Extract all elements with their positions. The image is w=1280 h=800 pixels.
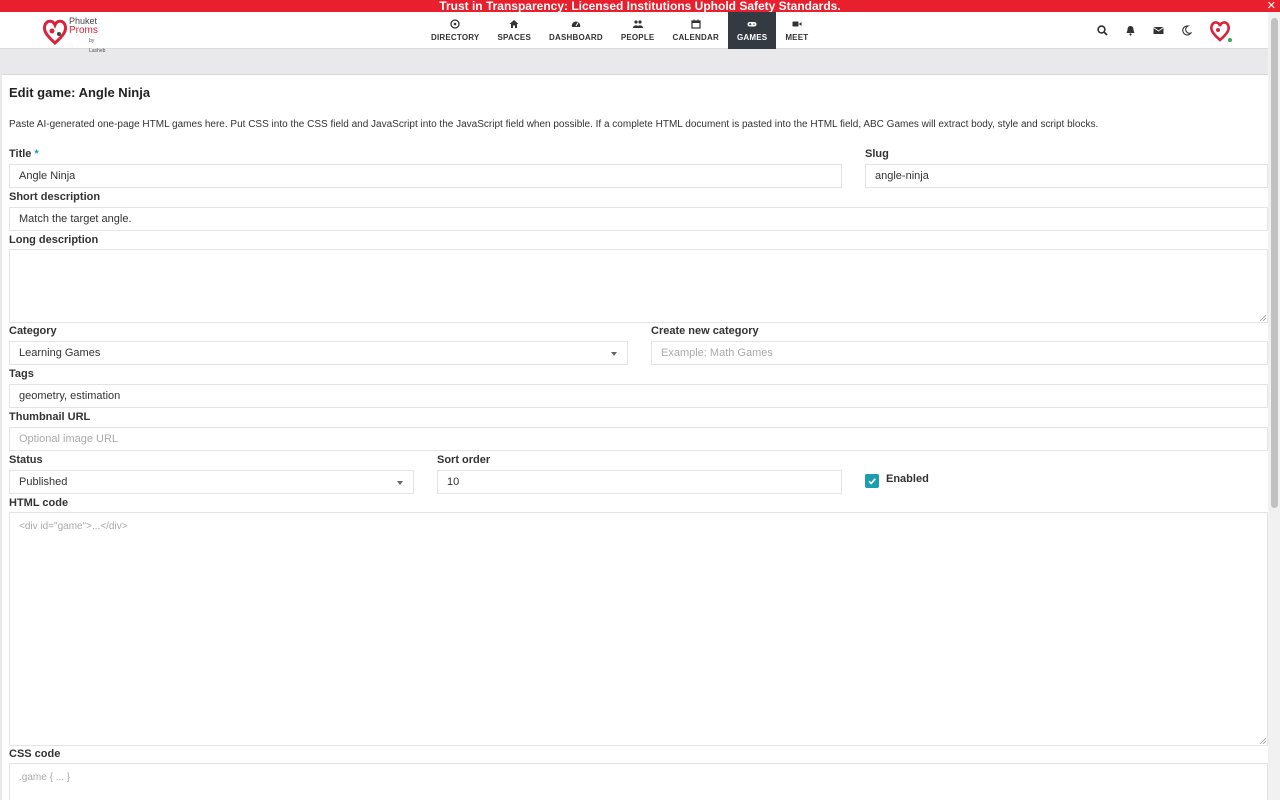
heart-logo-icon <box>42 19 68 46</box>
nav-dashboard[interactable]: DASHBOARD <box>540 12 612 49</box>
long-description-textarea[interactable] <box>9 249 1268 323</box>
notifications-button[interactable] <box>1122 23 1138 39</box>
html-code-label: HTML code <box>9 497 69 509</box>
online-status-dot <box>1227 36 1233 43</box>
gamepad-icon <box>747 22 757 27</box>
nav-dashboard-label: DASHBOARD <box>549 33 603 42</box>
enabled-label: Enabled <box>886 473 929 485</box>
search-button[interactable] <box>1094 23 1110 39</box>
brand-logo[interactable]: Phuket Proms by Lasheb <box>42 15 112 54</box>
nav-meet[interactable]: MEET <box>776 12 817 49</box>
html-code-placeholder: <div id="game">...</div> <box>19 521 128 532</box>
short-description-label: Short description <box>9 191 101 203</box>
page-scrollbar[interactable] <box>1268 12 1280 800</box>
envelope-icon <box>1152 27 1164 34</box>
long-description-label: Long description <box>9 234 99 246</box>
new-category-input[interactable]: Example: Math Games <box>651 341 1268 365</box>
nav-games[interactable]: GAMES <box>727 12 777 49</box>
header-actions <box>1094 12 1233 49</box>
announcement-banner: Trust in Transparency: Licensed Institut… <box>0 0 1280 12</box>
bell-icon <box>1126 26 1134 36</box>
status-value: Published <box>19 476 68 488</box>
html-code-textarea[interactable]: <div id="game">...</div> <box>9 512 1268 746</box>
user-avatar[interactable] <box>1208 19 1233 43</box>
resize-handle-icon[interactable] <box>1259 737 1266 744</box>
slug-input[interactable]: angle-ninja <box>865 164 1268 188</box>
main-nav: DIRECTORY SPACES DASHBOARD PEOPLE CALEND… <box>422 12 817 49</box>
scrollbar-thumb[interactable] <box>1271 18 1278 508</box>
nav-games-label: GAMES <box>736 33 768 42</box>
brand-line2: Proms <box>69 25 98 36</box>
category-select[interactable]: Learning Games <box>9 341 628 365</box>
users-icon <box>632 20 643 28</box>
status-label: Status <box>9 454 43 466</box>
page-title: Edit game: Angle Ninja <box>9 85 151 100</box>
thumbnail-url-input[interactable]: Optional image URL <box>9 427 1268 451</box>
required-mark: * <box>34 148 39 160</box>
resize-handle-icon[interactable] <box>1259 314 1266 321</box>
banner-close-icon[interactable]: ✕ <box>1267 0 1276 12</box>
home-icon <box>509 20 519 28</box>
new-category-label: Create new category <box>651 325 759 337</box>
dashboard-icon <box>571 21 581 27</box>
compass-icon <box>450 19 460 29</box>
chevron-down-icon <box>611 352 617 356</box>
video-icon <box>792 21 802 27</box>
enabled-checkbox[interactable] <box>865 474 879 488</box>
nav-people-label: PEOPLE <box>620 33 655 42</box>
nav-spaces-label: SPACES <box>497 33 531 42</box>
form-intro-text: Paste AI-generated one-page HTML games h… <box>9 119 1099 130</box>
search-icon <box>1096 25 1108 36</box>
dark-mode-toggle[interactable] <box>1178 23 1194 39</box>
checkmark-icon <box>868 478 876 485</box>
brand-text: Phuket Proms by Lasheb <box>69 16 112 56</box>
top-navbar: Phuket Proms by Lasheb DIRECTORY SPACES … <box>0 12 1268 54</box>
brand-line3: by Lasheb <box>89 38 106 54</box>
nav-spaces[interactable]: SPACES <box>488 12 540 49</box>
calendar-icon <box>691 19 701 29</box>
tags-label: Tags <box>9 368 34 380</box>
css-code-textarea[interactable]: .game { ... } <box>9 763 1268 800</box>
nav-calendar-label: CALENDAR <box>672 33 719 42</box>
nav-meet-label: MEET <box>785 33 809 42</box>
moon-icon <box>1181 25 1192 36</box>
nav-directory-label: DIRECTORY <box>431 33 480 42</box>
thumbnail-url-label: Thumbnail URL <box>9 411 91 423</box>
category-value: Learning Games <box>19 347 101 359</box>
nav-calendar[interactable]: CALENDAR <box>663 12 728 49</box>
css-code-label: CSS code <box>9 748 61 760</box>
slug-label: Slug <box>865 148 889 160</box>
title-input[interactable]: Angle Ninja <box>9 164 842 188</box>
sort-order-input[interactable]: 10 <box>437 470 842 494</box>
edit-game-card: Edit game: Angle Ninja Paste AI-generate… <box>2 74 1268 800</box>
messages-button[interactable] <box>1150 23 1166 39</box>
css-code-placeholder: .game { ... } <box>19 772 71 783</box>
nav-directory[interactable]: DIRECTORY <box>422 12 488 49</box>
short-description-input[interactable]: Match the target angle. <box>9 207 1268 231</box>
category-label: Category <box>9 325 57 337</box>
title-label-text: Title <box>9 148 32 160</box>
title-label: Title * <box>9 148 39 160</box>
tags-input[interactable]: geometry, estimation <box>9 384 1268 408</box>
sort-order-label: Sort order <box>437 454 491 466</box>
status-select[interactable]: Published <box>9 470 414 494</box>
chevron-down-icon <box>397 481 403 485</box>
nav-people[interactable]: PEOPLE <box>612 12 664 49</box>
